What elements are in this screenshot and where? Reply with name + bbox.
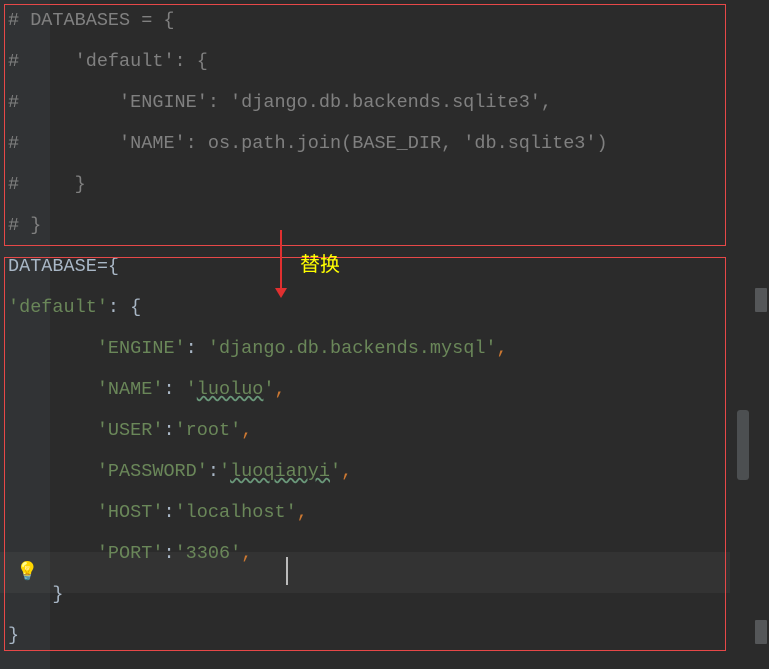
quote: ' xyxy=(330,461,341,482)
comma: , xyxy=(341,461,352,482)
code-line[interactable]: 'HOST':'localhost', xyxy=(0,492,769,533)
code-line[interactable]: # } xyxy=(0,205,769,246)
string: 'django.db.backends.mysql' xyxy=(208,338,497,359)
comment: # xyxy=(8,215,30,236)
code-editor[interactable]: # DATABASES = { # 'default': { # 'ENGINE… xyxy=(0,0,769,669)
code-line[interactable]: 'USER':'root', xyxy=(0,410,769,451)
string: '3306' xyxy=(175,543,242,564)
punct: : xyxy=(186,338,208,359)
comment: 'ENGINE': 'django.db.backends.sqlite3' xyxy=(119,92,541,113)
punct: : xyxy=(163,379,185,400)
code-line[interactable]: 'NAME': 'luoluo', xyxy=(0,369,769,410)
code-line[interactable]: 'PORT':'3306', xyxy=(0,533,769,574)
punct: : xyxy=(163,502,174,523)
punct: : xyxy=(208,461,219,482)
paren: ( xyxy=(341,133,352,154)
text-caret xyxy=(286,557,288,585)
brace: } xyxy=(75,174,86,195)
code-line[interactable]: } xyxy=(0,574,769,615)
punct: : xyxy=(163,543,174,564)
code-line[interactable]: 'PASSWORD':'luoqianyi', xyxy=(0,451,769,492)
string: 'ENGINE' xyxy=(97,338,186,359)
comment: 'NAME': xyxy=(119,133,208,154)
brace: } xyxy=(30,215,41,236)
quote: ' xyxy=(186,379,197,400)
comma: , xyxy=(275,379,286,400)
comma: , xyxy=(241,543,252,564)
paren: ) xyxy=(597,133,608,154)
quote: ' xyxy=(219,461,230,482)
brace: } xyxy=(8,625,19,646)
string: 'PASSWORD' xyxy=(97,461,208,482)
global: BASE_DIR xyxy=(352,133,441,154)
code-line[interactable]: } xyxy=(0,615,769,656)
code-line[interactable]: # 'default': { xyxy=(0,41,769,82)
comment: # DATABASES = { xyxy=(8,10,175,31)
code-line[interactable]: # } xyxy=(0,164,769,205)
lightbulb-icon[interactable]: 💡 xyxy=(16,564,38,582)
string: 'localhost' xyxy=(175,502,297,523)
comma: , xyxy=(497,338,508,359)
comma: , xyxy=(241,420,252,441)
brace: } xyxy=(8,584,64,605)
string-typo: luoqianyi xyxy=(230,461,330,482)
punct: : xyxy=(163,420,174,441)
comma: , xyxy=(541,92,552,113)
quote: ' xyxy=(263,379,274,400)
comment: # xyxy=(8,92,119,113)
punct: : { xyxy=(108,297,141,318)
string-typo: luoluo xyxy=(197,379,264,400)
comma: , xyxy=(297,502,308,523)
dot: .path. xyxy=(230,133,297,154)
code-line[interactable]: 'default': { xyxy=(0,287,769,328)
code-line[interactable]: 'ENGINE': 'django.db.backends.mysql', xyxy=(0,328,769,369)
comment: 'default': { xyxy=(75,51,208,72)
string: 'PORT' xyxy=(97,543,164,564)
comment: # xyxy=(8,51,75,72)
string: 'USER' xyxy=(97,420,164,441)
string: 'root' xyxy=(175,420,242,441)
code-area[interactable]: # DATABASES = { # 'default': { # 'ENGINE… xyxy=(0,0,769,656)
comment: # xyxy=(8,133,119,154)
comment: # xyxy=(8,174,75,195)
identifier: DATABASE={ xyxy=(8,256,119,277)
string: 'db.sqlite3' xyxy=(463,133,596,154)
identifier: os xyxy=(208,133,230,154)
code-line[interactable]: # 'ENGINE': 'django.db.backends.sqlite3'… xyxy=(0,82,769,123)
code-line[interactable]: DATABASE={ xyxy=(0,246,769,287)
string: 'NAME' xyxy=(97,379,164,400)
code-line[interactable]: # DATABASES = { xyxy=(0,0,769,41)
comma: , xyxy=(441,133,463,154)
code-line[interactable]: # 'NAME': os.path.join(BASE_DIR, 'db.sql… xyxy=(0,123,769,164)
string: 'HOST' xyxy=(97,502,164,523)
call: join xyxy=(297,133,341,154)
string: 'default' xyxy=(8,297,108,318)
